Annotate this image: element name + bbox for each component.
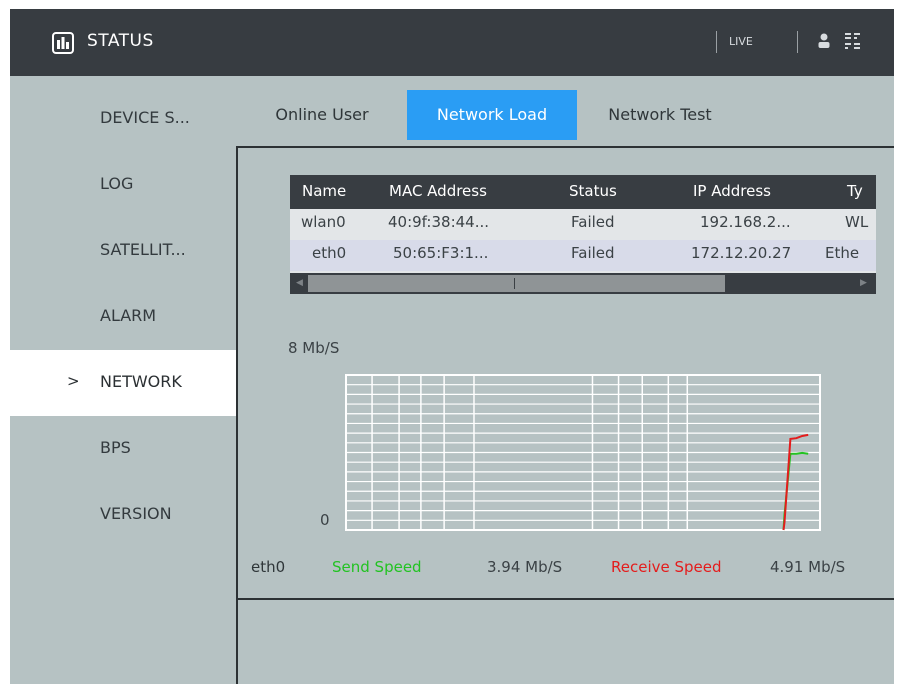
table-row[interactable]: eth0 50:65:F3:1... Failed 172.12.20.27 E… bbox=[290, 240, 876, 271]
sidebar-item-device-status[interactable]: DEVICE S... bbox=[10, 86, 236, 152]
table-cell: wlan0 bbox=[301, 213, 346, 231]
tab-label: Online User bbox=[275, 105, 369, 124]
sidebar-item-version[interactable]: VERSION bbox=[10, 482, 236, 548]
receive-speed-line bbox=[782, 433, 809, 531]
column-header: Name bbox=[302, 182, 347, 200]
scroll-right-icon[interactable]: ▶ bbox=[860, 278, 867, 288]
toolbar-divider bbox=[716, 31, 717, 53]
column-header: MAC Address bbox=[389, 182, 487, 200]
chevron-right-icon: > bbox=[67, 372, 80, 390]
scrollbar-grip bbox=[514, 278, 515, 289]
column-header: Status bbox=[569, 182, 617, 200]
tab-network-load[interactable]: Network Load bbox=[407, 90, 577, 140]
sidebar-item-label: VERSION bbox=[100, 504, 172, 523]
chart-legend: eth0 Send Speed 3.94 Mb/S Receive Speed … bbox=[10, 558, 894, 582]
horizontal-scrollbar[interactable]: ◀ ▶ bbox=[290, 273, 876, 294]
user-icon[interactable] bbox=[817, 31, 831, 51]
table-cell: Failed bbox=[571, 244, 615, 262]
sidebar-item-satellite[interactable]: SATELLIT... bbox=[10, 218, 236, 284]
live-button[interactable]: LIVE bbox=[729, 35, 753, 48]
sidebar-item-label: NETWORK bbox=[100, 372, 182, 391]
sidebar-item-label: SATELLIT... bbox=[100, 240, 186, 259]
legend-receive-label: Receive Speed bbox=[611, 558, 722, 576]
scroll-left-icon[interactable]: ◀ bbox=[296, 278, 303, 288]
sidebar-item-log[interactable]: LOG bbox=[10, 152, 236, 218]
chart-grid bbox=[346, 375, 820, 530]
column-header: IP Address bbox=[693, 182, 771, 200]
sidebar-item-label: DEVICE S... bbox=[100, 108, 190, 127]
y-axis-max-label: 8 Mb/S bbox=[288, 339, 340, 357]
table-cell: 172.12.20.27 bbox=[691, 244, 792, 262]
chart-series bbox=[782, 433, 809, 531]
legend-receive-value: 4.91 Mb/S bbox=[770, 558, 846, 576]
panel-divider bbox=[236, 598, 894, 600]
layout-icon[interactable] bbox=[844, 30, 862, 52]
top-bar: STATUS LIVE bbox=[10, 9, 894, 76]
table-cell: 40:9f:38:44... bbox=[388, 213, 490, 231]
legend-interface-label: eth0 bbox=[251, 558, 286, 576]
table-cell: Ethe bbox=[825, 244, 860, 262]
table-cell: 50:65:F3:1... bbox=[393, 244, 489, 262]
panel-border bbox=[236, 146, 238, 684]
tab-online-user[interactable]: Online User bbox=[248, 90, 396, 140]
tab-network-test[interactable]: Network Test bbox=[580, 90, 740, 140]
table-header: Name MAC Address Status IP Address Ty bbox=[290, 175, 876, 209]
sidebar-item-network[interactable]: > NETWORK bbox=[10, 350, 236, 416]
status-logo-icon bbox=[52, 32, 74, 54]
scrollbar-thumb[interactable] bbox=[308, 275, 725, 292]
sidebar-item-label: BPS bbox=[100, 438, 131, 457]
table-row[interactable]: wlan0 40:9f:38:44... Failed 192.168.2...… bbox=[290, 209, 876, 240]
sidebar-item-label: LOG bbox=[100, 174, 134, 193]
table-cell: 192.168.2... bbox=[700, 213, 791, 231]
network-load-chart bbox=[345, 374, 821, 531]
network-interface-table[interactable]: Name MAC Address Status IP Address Ty wl… bbox=[290, 175, 876, 294]
tab-label: Network Test bbox=[608, 105, 712, 124]
table-cell: Failed bbox=[571, 213, 615, 231]
legend-send-value: 3.94 Mb/S bbox=[487, 558, 563, 576]
sidebar-item-label: ALARM bbox=[100, 306, 157, 325]
legend-send-label: Send Speed bbox=[332, 558, 422, 576]
panel-border bbox=[236, 146, 894, 148]
toolbar-divider bbox=[797, 31, 798, 53]
tab-label: Network Load bbox=[436, 105, 548, 124]
sidebar-item-bps[interactable]: BPS bbox=[10, 416, 236, 482]
y-axis-min-label: 0 bbox=[320, 511, 330, 529]
table-cell: WL bbox=[845, 213, 869, 231]
page-title: STATUS bbox=[87, 31, 154, 51]
column-header: Ty bbox=[847, 182, 863, 200]
table-cell: eth0 bbox=[312, 244, 347, 262]
app-window: STATUS LIVE DEVICE S... LOG SATELLIT... … bbox=[10, 9, 894, 684]
sidebar-item-alarm[interactable]: ALARM bbox=[10, 284, 236, 350]
